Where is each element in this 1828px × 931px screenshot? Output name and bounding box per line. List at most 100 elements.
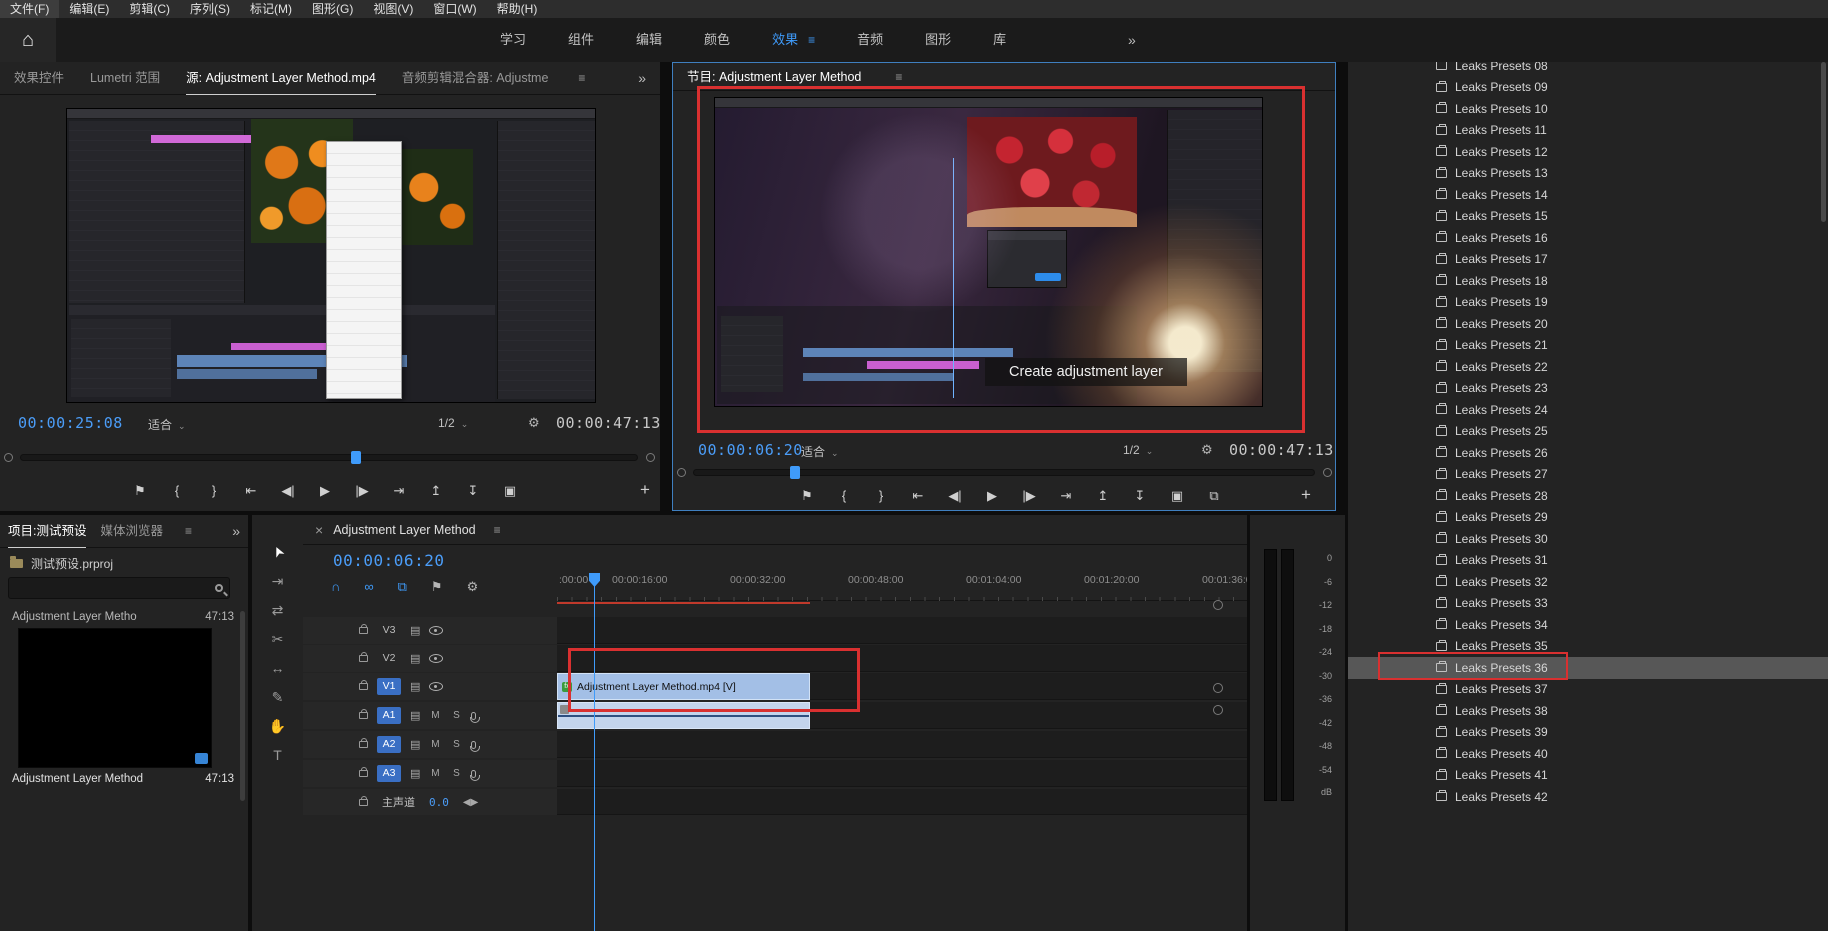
scroll-handle[interactable] [1213, 683, 1223, 693]
solo-button[interactable]: S [450, 710, 462, 721]
mark-out-button[interactable]: } [206, 480, 222, 502]
preset-item[interactable]: Leaks Presets 35 [1348, 636, 1828, 658]
lift-button[interactable]: ↥ [1095, 485, 1111, 507]
program-settings-wrench-icon[interactable]: ⚙ [1201, 442, 1213, 458]
track-lane-a2[interactable] [557, 731, 1247, 758]
source-patch-icon[interactable]: ▤ [410, 738, 420, 751]
workspace-tab[interactable]: 库 [993, 18, 1006, 62]
menu-item[interactable]: 剪辑(C) [119, 0, 180, 18]
track-target-badge[interactable]: A2 [377, 736, 401, 753]
track-lane-v2[interactable] [557, 645, 1247, 672]
workspace-overflow-chevron[interactable]: » [1128, 18, 1136, 62]
track-lock-icon[interactable] [359, 683, 368, 690]
preset-item[interactable]: Leaks Presets 31 [1348, 550, 1828, 572]
preset-item[interactable]: Leaks Presets 38 [1348, 700, 1828, 722]
preset-item[interactable]: Leaks Presets 09 [1348, 77, 1828, 99]
track-target-badge[interactable]: V3 [377, 622, 401, 639]
solo-button[interactable]: S [450, 768, 462, 779]
mute-button[interactable]: M [429, 739, 441, 750]
workspace-tab[interactable]: 图形 [925, 18, 951, 62]
voiceover-mic-icon[interactable] [471, 770, 476, 778]
panel-tab[interactable]: 效果控件 [14, 62, 64, 94]
source-resolution-select[interactable]: 1/2⌄ [438, 416, 468, 430]
source-patch-icon[interactable]: ▤ [410, 767, 420, 780]
panel-menu-icon[interactable]: ≡ [895, 70, 902, 84]
preset-item[interactable]: Leaks Presets 10 [1348, 98, 1828, 120]
scroll-handle[interactable] [1213, 600, 1223, 610]
master-track-header[interactable]: 主声道 0.0 ◀▶ [303, 789, 557, 815]
A2[interactable]: A2 ▤ M S [303, 731, 557, 758]
preset-item[interactable]: Leaks Presets 25 [1348, 421, 1828, 443]
track-lane-a3[interactable] [557, 760, 1247, 787]
program-resolution-select[interactable]: 1/2⌄ [1123, 443, 1153, 457]
menu-item[interactable]: 图形(G) [302, 0, 363, 18]
project-file-row[interactable]: 测试预设.prproj [10, 555, 113, 572]
export-frame-button[interactable]: ▣ [1169, 485, 1185, 507]
program-scrubber[interactable] [693, 469, 1315, 476]
preset-item[interactable]: Leaks Presets 16 [1348, 227, 1828, 249]
ripple-edit-tool[interactable]: ⇄ [263, 597, 293, 623]
preset-item[interactable]: Leaks Presets 28 [1348, 485, 1828, 507]
V3[interactable]: V3 ▤ [303, 617, 557, 644]
track-target-badge[interactable]: V1 [377, 678, 401, 695]
menu-item[interactable]: 帮助(H) [487, 0, 548, 18]
preset-item[interactable]: Leaks Presets 17 [1348, 249, 1828, 271]
add-marker-button[interactable]: ⚑ [132, 480, 148, 502]
preset-item[interactable]: Leaks Presets 37 [1348, 679, 1828, 701]
menu-item[interactable]: 编辑(E) [59, 0, 119, 18]
panel-tab[interactable]: 源: Adjustment Layer Method.mp4 [186, 62, 376, 95]
snap-toggle[interactable]: ∩ [331, 579, 340, 595]
preset-item[interactable]: Leaks Presets 24 [1348, 399, 1828, 421]
timeline-playhead-line[interactable] [594, 575, 595, 931]
track-lock-icon[interactable] [359, 799, 368, 806]
workspace-tab[interactable]: 编辑 [636, 18, 662, 62]
V1[interactable]: V1 ▤ [303, 673, 557, 700]
go-to-in-button[interactable]: ⇤ [243, 480, 259, 502]
menu-item[interactable]: 视图(V) [363, 0, 423, 18]
preset-item[interactable]: Leaks Presets 42 [1348, 786, 1828, 808]
A1[interactable]: A1 ▤ M S [303, 702, 557, 729]
voiceover-mic-icon[interactable] [471, 741, 476, 749]
add-marker-button[interactable]: ⚑ [799, 485, 815, 507]
master-volume-value[interactable]: 0.0 [429, 796, 449, 809]
pen-tool[interactable]: ✎ [263, 684, 293, 710]
track-lane-v3[interactable] [557, 617, 1247, 644]
menu-item[interactable]: 文件(F) [0, 0, 59, 18]
preset-item[interactable]: Leaks Presets 27 [1348, 464, 1828, 486]
panel-tab[interactable]: 项目:测试预设 [8, 515, 86, 548]
export-frame-button[interactable]: ▣ [502, 480, 518, 502]
preset-item[interactable]: Leaks Presets 40 [1348, 743, 1828, 765]
solo-button[interactable]: S [450, 739, 462, 750]
go-to-out-button[interactable]: ⇥ [1058, 485, 1074, 507]
program-add-button[interactable]: + [1301, 485, 1311, 505]
step-forward-button[interactable]: |▶ [1021, 485, 1037, 507]
keyframe-nav-icon[interactable]: ◀▶ [463, 797, 478, 808]
go-to-out-button[interactable]: ⇥ [391, 480, 407, 502]
selected-clip-caption[interactable]: Adjustment Layer Method 47:13 [12, 773, 234, 785]
program-tab[interactable]: 节目: Adjustment Layer Method [687, 61, 861, 93]
source-settings-wrench-icon[interactable]: ⚙ [528, 415, 540, 431]
preset-item[interactable]: Leaks Presets 08 [1348, 62, 1828, 77]
source-zoom-select[interactable]: 适合⌄ [148, 416, 186, 433]
step-forward-button[interactable]: |▶ [354, 480, 370, 502]
preset-item[interactable]: Leaks Presets 34 [1348, 614, 1828, 636]
preset-item[interactable]: Leaks Presets 39 [1348, 722, 1828, 744]
timeline-timecode[interactable]: 00:00:06:20 [333, 551, 444, 570]
project-search-box[interactable] [8, 577, 230, 599]
step-back-button[interactable]: ◀| [280, 480, 296, 502]
source-patch-icon[interactable]: ▤ [410, 652, 420, 665]
clip-thumbnail[interactable] [18, 628, 212, 768]
linked-selection-toggle[interactable]: ∞ [364, 579, 373, 595]
preset-item[interactable]: Leaks Presets 30 [1348, 528, 1828, 550]
source-add-button[interactable]: + [640, 480, 650, 500]
V2[interactable]: V2 ▤ [303, 645, 557, 672]
program-playhead-handle[interactable] [790, 466, 800, 479]
insert-button[interactable]: ↥ [428, 480, 444, 502]
preset-item[interactable]: Leaks Presets 32 [1348, 571, 1828, 593]
mark-out-button[interactable]: } [873, 485, 889, 507]
track-lock-icon[interactable] [359, 627, 368, 634]
preset-item[interactable]: Leaks Presets 20 [1348, 313, 1828, 335]
preset-item[interactable]: Leaks Presets 36 [1348, 657, 1828, 679]
workspace-tab[interactable]: 颜色 [704, 18, 730, 62]
panel-overflow-chevron[interactable]: » [638, 70, 646, 86]
